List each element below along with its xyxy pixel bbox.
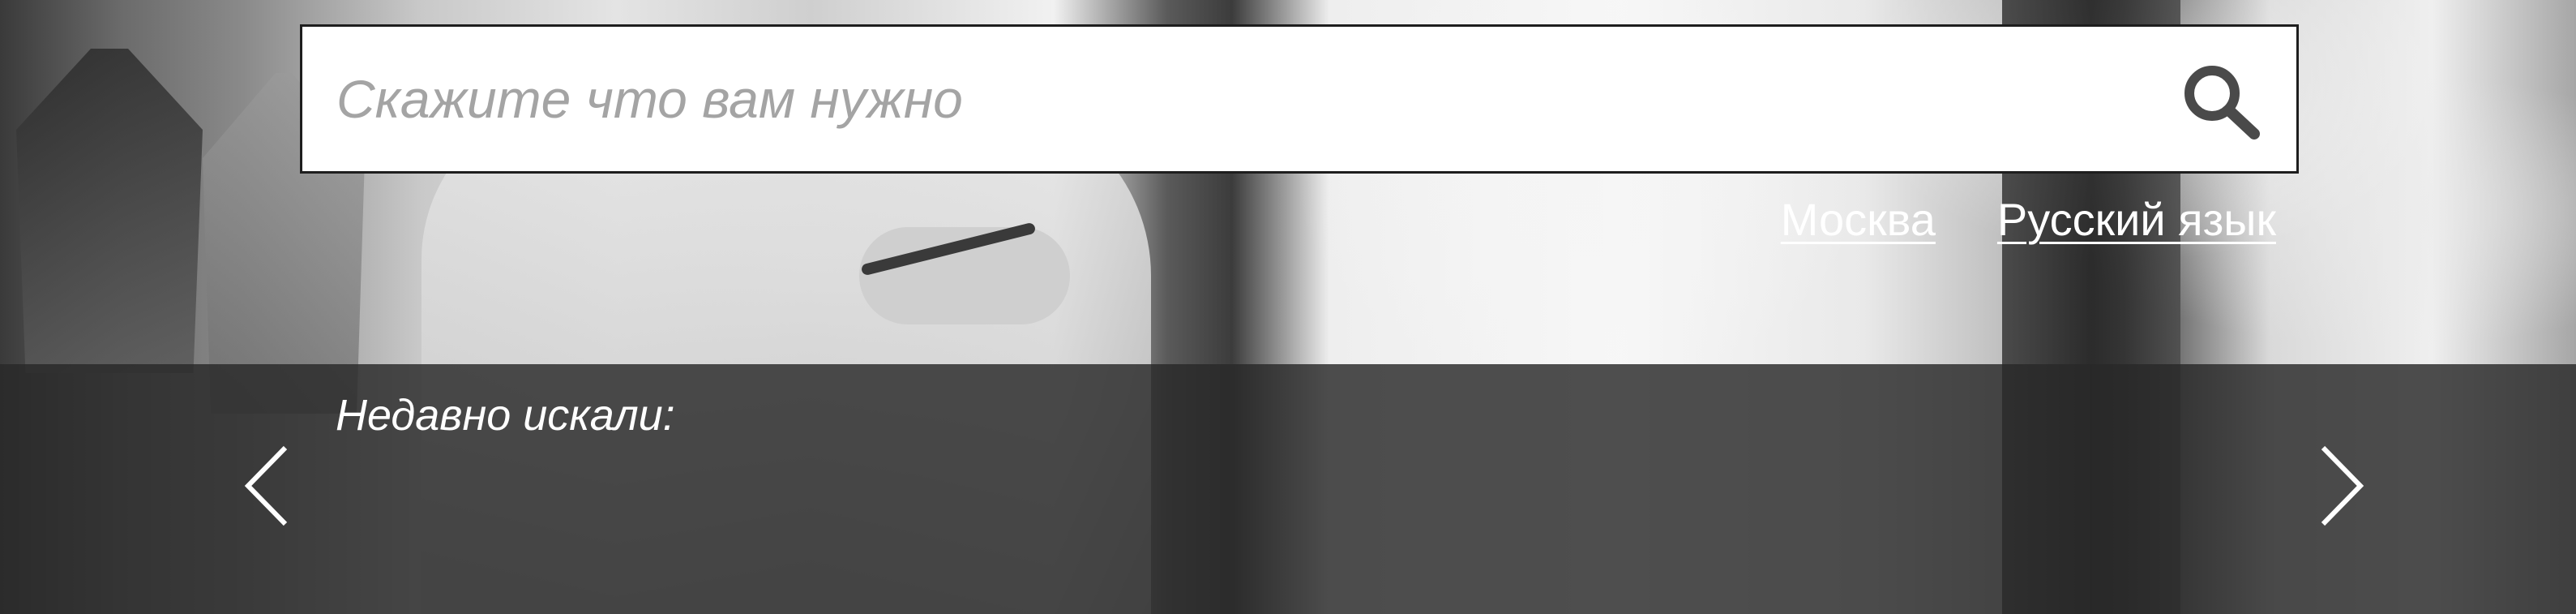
search-input[interactable] <box>302 27 2167 171</box>
language-link[interactable]: Русский язык <box>1997 193 2276 246</box>
search-button[interactable] <box>2176 61 2266 142</box>
recent-searches-label: Недавно искали: <box>336 391 675 440</box>
hero-banner: Москва Русский язык Недавно искали: <box>0 0 2576 614</box>
recent-searches-panel: Недавно искали: <box>0 364 2576 614</box>
search-bar <box>300 24 2299 174</box>
carousel-next-button[interactable] <box>2300 433 2373 539</box>
city-link[interactable]: Москва <box>1781 193 1936 246</box>
chevron-left-icon <box>244 445 288 526</box>
search-icon <box>2184 66 2260 140</box>
background-clothes-dark <box>16 49 203 373</box>
header-links: Москва Русский язык <box>1781 193 2276 246</box>
chevron-right-icon <box>2321 445 2364 526</box>
carousel-prev-button[interactable] <box>235 433 308 539</box>
